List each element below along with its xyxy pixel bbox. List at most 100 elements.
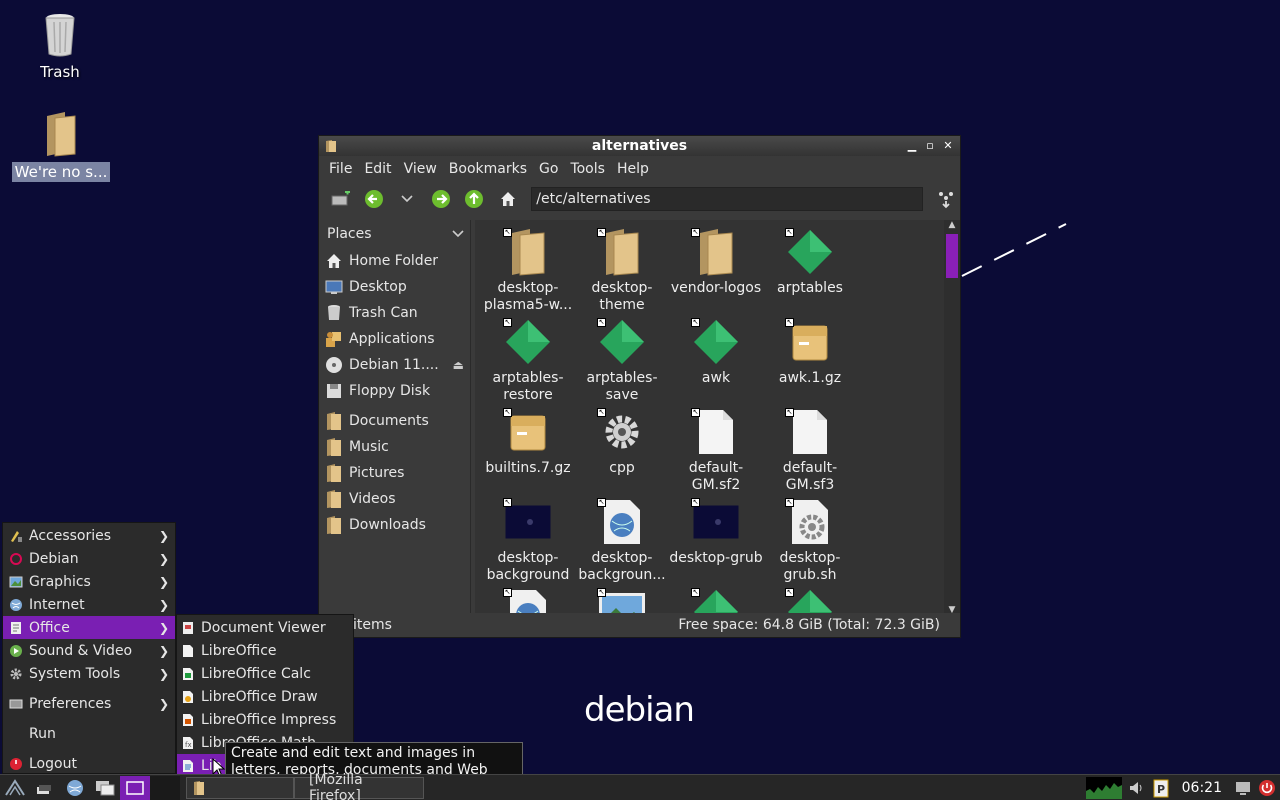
start-menu-button[interactable] (0, 776, 30, 800)
file-item[interactable]: ↖ arptables (763, 224, 857, 297)
place-home-folder[interactable]: Home Folder (321, 248, 470, 274)
vertical-scrollbar[interactable]: ▲ ▼ (944, 220, 960, 615)
workspace-icon (126, 780, 144, 795)
menu-file[interactable]: File (323, 161, 358, 177)
folder-icon (327, 516, 341, 534)
file-item[interactable]: ↖ desktop-theme (575, 224, 669, 314)
workspace-2[interactable] (150, 775, 180, 800)
menu-sound-video[interactable]: Sound & Video ❯ (3, 639, 175, 662)
file-item[interactable]: ↖ default- GM.sf3 (763, 404, 857, 494)
up-button[interactable] (461, 185, 488, 213)
close-button[interactable]: ✕ (940, 136, 956, 156)
file-item[interactable]: ↖ desktop-grub (669, 494, 763, 567)
show-desktop-button[interactable] (30, 776, 60, 800)
bookmark-documents[interactable]: Documents (321, 408, 470, 434)
file-name-line: vendor-logos (670, 280, 762, 296)
menu-internet[interactable]: Internet ❯ (3, 593, 175, 616)
desktop-trash[interactable]: Trash (18, 12, 102, 82)
maximize-button[interactable]: ▫ (922, 136, 938, 156)
location-input[interactable] (531, 187, 923, 211)
bookmark-jump-button[interactable] (933, 185, 960, 213)
scrollbar-thumb[interactable] (946, 234, 958, 278)
file-item[interactable]: ↖ (763, 584, 857, 615)
logout-icon (10, 757, 22, 770)
place-trash-can[interactable]: Trash Can (321, 300, 470, 326)
menu-office[interactable]: Office ❯ (3, 616, 175, 639)
menu-graphics[interactable]: Graphics ❯ (3, 570, 175, 593)
menu-help[interactable]: Help (611, 161, 655, 177)
forward-button[interactable] (427, 185, 454, 213)
symlink-badge-icon: ↖ (503, 228, 512, 237)
menu-run[interactable]: Run (3, 722, 175, 745)
menu-logout[interactable]: Logout (3, 752, 175, 775)
file-name-line: arptables- (586, 370, 658, 386)
file-item[interactable]: ↖ awk (669, 314, 763, 387)
arrow-up-icon (465, 190, 484, 208)
file-item[interactable]: ↖ builtins.7.gz (481, 404, 575, 477)
place-desktop[interactable]: Desktop (321, 274, 470, 300)
file-item[interactable]: ↖ desktop-backgroun... (575, 494, 669, 584)
submenu-libreoffice-impress[interactable]: LibreOffice Impress (177, 708, 353, 731)
file-item[interactable]: ↖ desktop-grub.sh (763, 494, 857, 584)
minimize-button[interactable]: ▁ (904, 136, 920, 156)
menu-go[interactable]: Go (533, 161, 564, 177)
cpu-monitor-icon[interactable] (1085, 777, 1122, 799)
file-item[interactable]: ↖ awk.1.gz (763, 314, 857, 387)
file-item[interactable]: ↖ vendor-logos (669, 224, 763, 297)
menu-bookmarks[interactable]: Bookmarks (443, 161, 533, 177)
submenu-libreoffice-draw[interactable]: LibreOffice Draw (177, 685, 353, 708)
menu-edit[interactable]: Edit (358, 161, 397, 177)
libreoffice-icon (183, 644, 193, 657)
bookmark-music[interactable]: Music (321, 434, 470, 460)
submenu-document-viewer[interactable]: Document Viewer (177, 616, 353, 639)
file-name-line: grub.sh (783, 567, 837, 583)
file-item[interactable]: ↖ arptables-restore (481, 314, 575, 404)
file-item[interactable]: ↖ (481, 584, 575, 615)
menu-preferences[interactable]: Preferences ❯ (3, 692, 175, 715)
eject-icon[interactable]: ⏏ (453, 358, 464, 372)
clock[interactable]: 06:21 (1176, 780, 1228, 796)
workspace-1[interactable] (120, 775, 150, 800)
file-item[interactable]: ↖ (669, 584, 763, 615)
file-item[interactable]: ↖ default- GM.sf2 (669, 404, 763, 494)
desktop-folder[interactable]: We're no s... (6, 110, 116, 182)
file-item[interactable]: ↖ arptables-save (575, 314, 669, 404)
impress-icon (183, 713, 193, 726)
menu-debian[interactable]: Debian ❯ (3, 547, 175, 570)
bookmark-pictures[interactable]: Pictures (321, 460, 470, 486)
menu-tools[interactable]: Tools (564, 161, 611, 177)
place-applications[interactable]: Applications (321, 326, 470, 352)
bookmark-videos[interactable]: Videos (321, 486, 470, 512)
history-dropdown[interactable] (394, 185, 421, 213)
browser-launcher[interactable] (60, 776, 90, 800)
menu-accessories[interactable]: Accessories ❯ (3, 524, 175, 547)
file-icon-view[interactable]: ↖ desktop-plasma5-w... ↖ desktop-theme ↖ vend… (475, 220, 945, 615)
places-header[interactable]: Places (321, 220, 470, 248)
back-button[interactable] (360, 185, 387, 213)
volume-icon[interactable] (1128, 779, 1146, 797)
file-item[interactable]: ↖ desktop-background (481, 494, 575, 584)
scroll-up-icon[interactable]: ▲ (944, 220, 960, 230)
bookmark-downloads[interactable]: Downloads (321, 512, 470, 538)
task-file-manager[interactable] (186, 776, 294, 799)
menu-system-tools[interactable]: System Tools ❯ (3, 662, 175, 685)
menu-view[interactable]: View (398, 161, 443, 177)
power-icon[interactable] (1258, 779, 1276, 797)
submenu-libreoffice-calc[interactable]: LibreOffice Calc (177, 662, 353, 685)
place-floppy-disk[interactable]: Floppy Disk (321, 378, 470, 404)
new-tab-button[interactable] (327, 185, 354, 213)
submenu-libreoffice[interactable]: LibreOffice (177, 639, 353, 662)
home-button[interactable] (494, 185, 521, 213)
lock-screen-icon[interactable] (1234, 779, 1252, 797)
file-item[interactable]: ↖ cpp (575, 404, 669, 477)
clipboard-icon[interactable]: P (1152, 778, 1170, 798)
office-icon (11, 621, 21, 634)
file-name-line: arptables (777, 280, 843, 296)
file-manager-launcher[interactable] (90, 776, 120, 800)
file-item[interactable]: ↖ desktop-plasma5-w... (481, 224, 575, 314)
file-item[interactable]: ↖ (575, 584, 669, 615)
trash-icon (328, 305, 340, 320)
place-debian-disc[interactable]: Debian 11.... ⏏ (321, 352, 470, 378)
window-titlebar[interactable]: alternatives ▁ ▫ ✕ (319, 136, 960, 156)
task-firefox[interactable]: [Mozilla Firefox] (294, 772, 424, 800)
